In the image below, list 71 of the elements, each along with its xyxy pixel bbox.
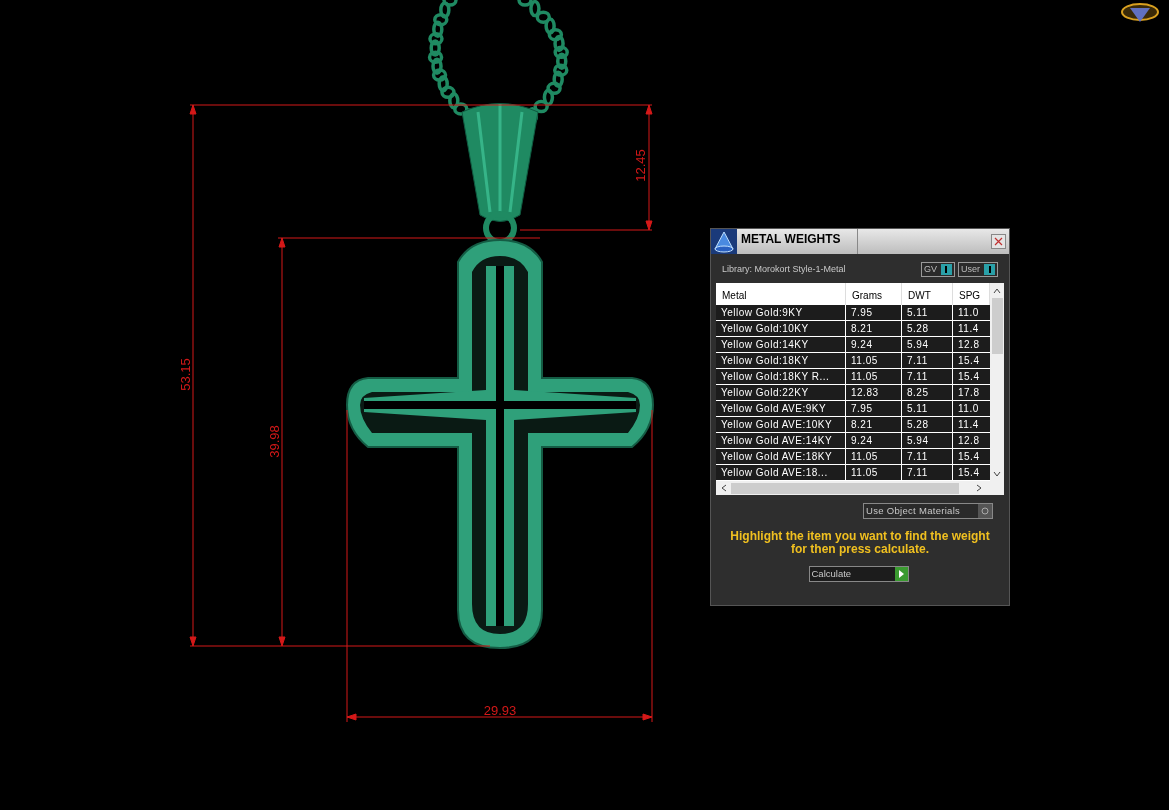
- toggle-button[interactable]: GV: [920, 262, 955, 277]
- table-cell: 7.11: [902, 465, 952, 480]
- close-icon: [994, 237, 1003, 246]
- table-cell: Yellow Gold:14KY: [716, 337, 845, 352]
- table-cell: 11.0: [953, 401, 990, 416]
- table-cell: 8.25: [902, 385, 952, 400]
- scroll-up-icon: [993, 288, 1001, 294]
- toggle-indicator: [941, 264, 952, 275]
- table-cell: 15.4: [953, 449, 990, 464]
- table-cell: 15.4: [953, 353, 990, 368]
- scroll-down-icon: [993, 471, 1001, 477]
- table-cell: 11.4: [953, 417, 990, 432]
- table-cell: 12.83: [846, 385, 901, 400]
- table-cell: 7.95: [846, 401, 901, 416]
- table-cell: 11.05: [846, 353, 901, 368]
- material-dropdown[interactable]: Use Object Materials: [863, 503, 993, 519]
- table-cell: Yellow Gold:10KY: [716, 321, 845, 336]
- circle-icon: [981, 507, 989, 515]
- cone-icon: [711, 229, 737, 254]
- table-cell: 5.94: [902, 433, 952, 448]
- dimension-label: 53.15: [178, 357, 192, 393]
- hint-text: Highlight the item you want to find the weight for then press calculate.: [729, 530, 991, 556]
- table-cell: 5.28: [902, 417, 952, 432]
- horizontal-scrollbar[interactable]: [716, 481, 1004, 495]
- table-cell: 5.11: [902, 305, 952, 320]
- dimension-label: 12.45: [633, 148, 647, 184]
- table-cell: 15.4: [953, 465, 990, 480]
- scroll-thumb[interactable]: [731, 482, 959, 494]
- table-cell: 8.21: [846, 417, 901, 432]
- toggle-indicator: [984, 264, 995, 275]
- library-label: Library: Morokort Style-1-Metal: [722, 262, 847, 276]
- table-cell: 5.28: [902, 321, 952, 336]
- toggle-button[interactable]: User: [958, 262, 998, 277]
- table-cell: 7.11: [902, 369, 952, 384]
- table-cell: 5.94: [902, 337, 952, 352]
- table-cell: 7.11: [902, 449, 952, 464]
- play-icon: [898, 570, 904, 578]
- table-cell: 15.4: [953, 369, 990, 384]
- table-cell: Yellow Gold AVE:18KY: [716, 449, 845, 464]
- table-cell: 7.11: [902, 353, 952, 368]
- scroll-thumb[interactable]: [991, 298, 1003, 354]
- table-cell: 11.05: [846, 449, 901, 464]
- table-cell: 12.8: [953, 337, 990, 352]
- dimension-label: 29.93: [482, 704, 518, 717]
- scroll-left-icon: [720, 484, 728, 492]
- calculate-button[interactable]: Calculate: [808, 566, 909, 582]
- table-cell: 11.4: [953, 321, 990, 336]
- table-cell: 11.0: [953, 305, 990, 320]
- close-button[interactable]: [991, 234, 1006, 249]
- table-cell: Yellow Gold AVE:18...: [716, 465, 845, 480]
- table-cell: Yellow Gold:9KY: [716, 305, 845, 320]
- vertical-scrollbar[interactable]: [990, 283, 1004, 481]
- table-cell: Yellow Gold:22KY: [716, 385, 845, 400]
- scroll-right-icon: [975, 484, 983, 492]
- table-cell: 17.8: [953, 385, 990, 400]
- diamond-logo-icon: [1121, 3, 1159, 22]
- table-cell: Yellow Gold AVE:14KY: [716, 433, 845, 448]
- table-cell: Yellow Gold:18KY: [716, 353, 845, 368]
- window-title: METAL WEIGHTS: [740, 231, 842, 248]
- table-cell: 8.21: [846, 321, 901, 336]
- table-cell: 9.24: [846, 337, 901, 352]
- table-cell: 11.05: [846, 369, 901, 384]
- table-cell: 12.8: [953, 433, 990, 448]
- table-cell: 5.11: [902, 401, 952, 416]
- table-cell: Yellow Gold AVE:9KY: [716, 401, 845, 416]
- table-cell: 11.05: [846, 465, 901, 480]
- table-cell: 7.95: [846, 305, 901, 320]
- dimension-label: 39.98: [267, 424, 281, 460]
- table-cell: Yellow Gold:18KY R...: [716, 369, 845, 384]
- table-cell: 9.24: [846, 433, 901, 448]
- table-cell: Yellow Gold AVE:10KY: [716, 417, 845, 432]
